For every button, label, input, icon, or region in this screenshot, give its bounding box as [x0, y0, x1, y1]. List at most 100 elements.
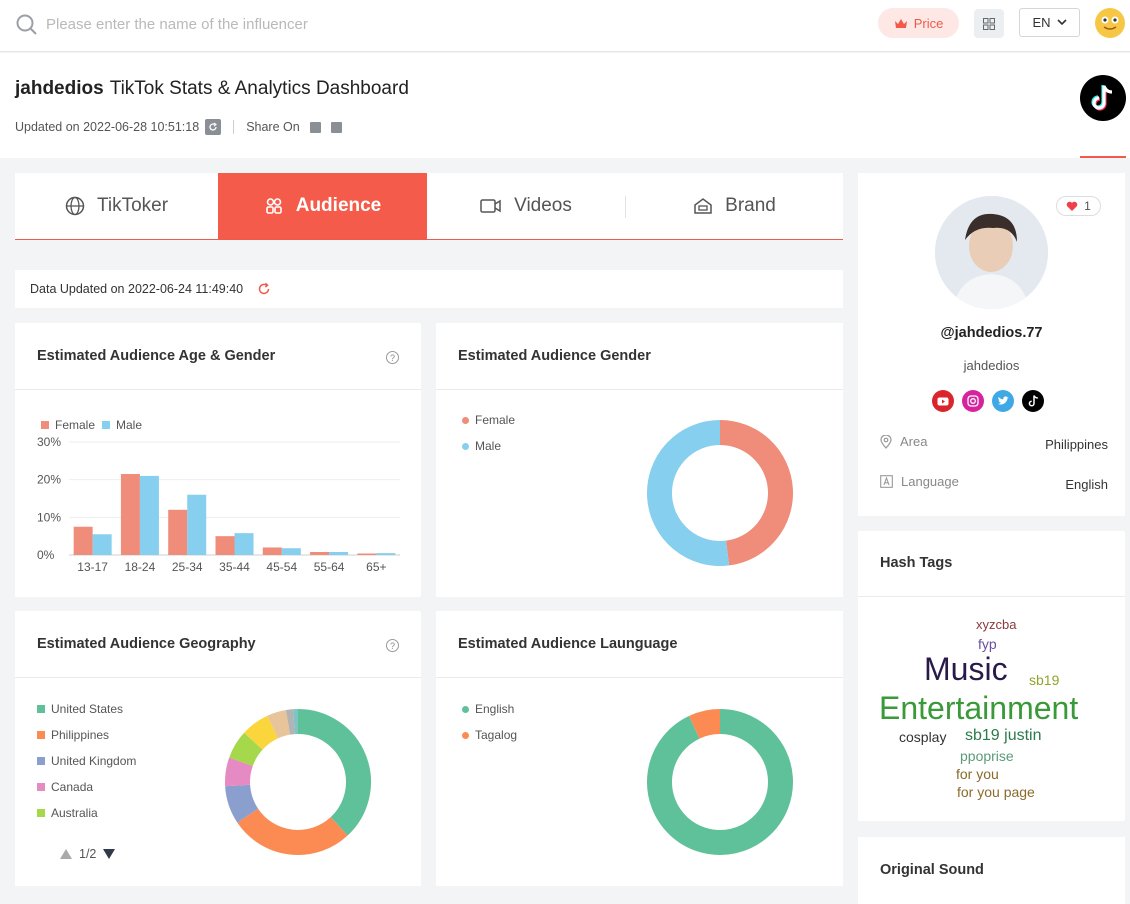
- like-button[interactable]: 1: [1056, 196, 1101, 216]
- youtube-icon[interactable]: [932, 390, 954, 412]
- chevron-down-icon: [1056, 19, 1067, 26]
- tab-tiktoker[interactable]: TikToker: [15, 173, 218, 239]
- x-tick-label: 35-44: [219, 560, 250, 574]
- search-input[interactable]: [46, 12, 466, 36]
- hashtags-card: Hash Tags xyzcba fyp Music sb19 Entertai…: [858, 531, 1125, 821]
- geography-donut-chart: [225, 709, 371, 855]
- bar-female: [73, 526, 93, 555]
- hashtag-item[interactable]: Entertainment: [879, 690, 1078, 727]
- bar-female: [215, 536, 235, 555]
- y-tick-label: 10%: [37, 510, 61, 524]
- hashtag-item[interactable]: cosplay: [899, 729, 946, 745]
- x-tick-label: 13-17: [77, 560, 108, 574]
- geography-card: Estimated Audience Geography ? United St…: [15, 611, 421, 886]
- language-row: Language English: [880, 474, 1108, 492]
- username: jahdedios: [15, 78, 104, 99]
- hashtag-item[interactable]: ppoprise: [960, 748, 1014, 764]
- area-row: Area Philippines: [880, 434, 1108, 452]
- bar-female: [310, 551, 330, 555]
- tab-videos[interactable]: Videos: [427, 173, 625, 239]
- hashtag-item[interactable]: xyzcba: [976, 617, 1016, 632]
- area-value: Philippines: [1045, 437, 1108, 452]
- donut-slice: [225, 784, 259, 823]
- age-gender-card: Estimated Audience Age & Gender ? Female…: [15, 323, 421, 597]
- tab-audience[interactable]: Audience: [218, 173, 427, 239]
- twitter-icon[interactable]: [330, 121, 342, 133]
- card-header: Hash Tags: [858, 531, 1125, 597]
- social-links: [932, 390, 1044, 412]
- bar-female: [120, 474, 140, 555]
- language-select[interactable]: EN: [1019, 8, 1080, 37]
- price-button[interactable]: Price: [878, 8, 959, 38]
- hashtag-item[interactable]: Music: [924, 651, 1008, 688]
- tab-brand[interactable]: Brand: [626, 173, 843, 239]
- x-tick-label: 65+: [366, 560, 386, 574]
- bar-male: [329, 551, 349, 555]
- bar-female: [168, 509, 188, 555]
- platform-underline: [1080, 156, 1126, 158]
- donut-slice: [237, 808, 348, 855]
- card-title: Original Sound: [880, 862, 984, 878]
- area-label: Area: [900, 434, 928, 449]
- donut-slice: [688, 709, 721, 739]
- audience-icon: [265, 198, 282, 214]
- donut-slice: [647, 709, 793, 855]
- facebook-icon[interactable]: [309, 121, 321, 133]
- tab-label: TikToker: [96, 195, 169, 216]
- donut-slice: [285, 709, 295, 735]
- original-sound-card: Original Sound: [858, 837, 1125, 904]
- tab-bar: TikToker Audience Videos Brand: [15, 173, 843, 240]
- refresh-icon[interactable]: [205, 119, 222, 135]
- apps-button[interactable]: [974, 9, 1004, 38]
- x-tick-label: 55-64: [314, 560, 345, 574]
- updated-text: Updated on 2022-06-28 10:51:18: [15, 120, 200, 134]
- donut-slice: [719, 420, 793, 566]
- share-label: Share On: [246, 120, 300, 134]
- profile-handle: @jahdedios.77: [940, 325, 1043, 341]
- donut-slice: [297, 709, 371, 836]
- tiktok-icon[interactable]: [1022, 390, 1044, 412]
- bar-male: [139, 475, 159, 555]
- instagram-icon[interactable]: [962, 390, 984, 412]
- bar-male: [187, 494, 207, 555]
- x-tick-label: 18-24: [125, 560, 156, 574]
- updated-row: Updated on 2022-06-28 10:51:18 Share On: [15, 119, 342, 135]
- hashtag-item[interactable]: sb19 justin: [965, 727, 1042, 745]
- globe-icon: [65, 196, 85, 216]
- location-pin-icon: [880, 434, 892, 449]
- donut-slice: [225, 757, 253, 787]
- page-subtitle: TikTok Stats & Analytics Dashboard: [109, 78, 409, 99]
- user-avatar[interactable]: [1095, 8, 1125, 38]
- refresh-icon[interactable]: [257, 282, 271, 296]
- bar-male: [234, 533, 254, 555]
- search-icon[interactable]: [15, 13, 39, 37]
- tab-label: Videos: [514, 195, 572, 216]
- tiktok-logo-icon: [1080, 75, 1126, 121]
- hashtag-item[interactable]: fyp: [978, 636, 997, 652]
- data-updated-bar: Data Updated on 2022-06-24 11:49:40: [15, 270, 843, 308]
- twitter-icon[interactable]: [992, 390, 1014, 412]
- hashtag-item[interactable]: for you: [956, 766, 999, 782]
- donut-slice: [647, 420, 730, 566]
- top-bar: Price EN: [0, 0, 1130, 52]
- donut-slice: [229, 732, 263, 767]
- x-tick-label: 45-54: [266, 560, 297, 574]
- gender-donut-chart: [647, 420, 793, 566]
- age-gender-bar-chart: 0% 10% 20% 30% 13-17 18-24 25-34 35-44 45-54 55-6…: [37, 435, 400, 574]
- brand-icon: [694, 198, 712, 214]
- bar-male: [376, 553, 396, 555]
- tab-label: Audience: [295, 195, 382, 216]
- divider: [233, 120, 235, 134]
- language-label: Language: [901, 474, 959, 489]
- bar-female: [262, 547, 282, 555]
- bar-male: [92, 534, 112, 555]
- language-value: EN: [1032, 15, 1051, 30]
- hashtag-item[interactable]: sb19: [1029, 672, 1059, 688]
- language-value: English: [1065, 477, 1108, 492]
- profile-nickname: jahdedios: [963, 358, 1020, 373]
- hashtag-item[interactable]: for you page: [957, 784, 1035, 800]
- profile-header: jahdedios TikTok Stats & Analytics Dashbo…: [0, 53, 1130, 158]
- bar-male: [281, 548, 301, 555]
- gender-card: Estimated Audience Gender Female Male: [436, 323, 843, 597]
- donut-slice: [244, 715, 279, 751]
